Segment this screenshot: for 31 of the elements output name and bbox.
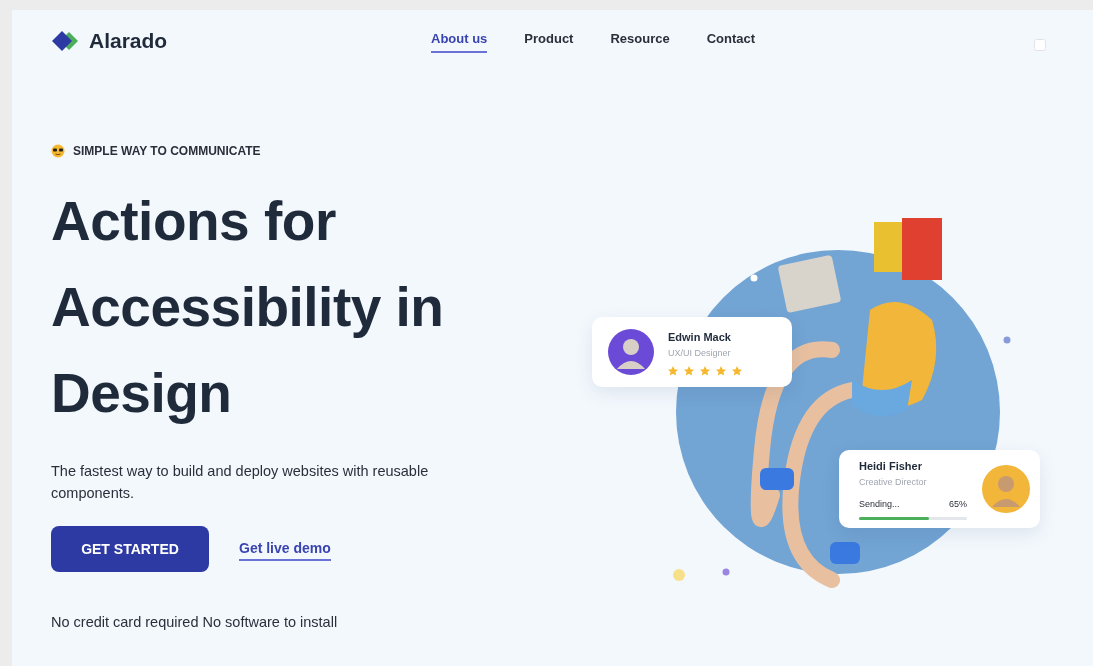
star-icon <box>700 365 710 376</box>
profile-name: Edwin Mack <box>668 329 732 345</box>
get-started-button[interactable]: GET STARTED <box>51 526 209 572</box>
star-icon <box>716 365 726 376</box>
dot <box>750 274 758 282</box>
star-icon <box>684 365 694 376</box>
dot <box>722 568 730 576</box>
sunglasses-face-icon <box>51 144 65 158</box>
avatar-placeholder <box>608 329 654 375</box>
eyebrow-text: SIMPLE WAY TO COMMUNICATE <box>73 143 261 160</box>
hero-headline: Actions for Accessibility in Design <box>51 189 445 426</box>
hero-subtitle: The fastest way to build and deploy websites with reusable components. <box>51 462 430 503</box>
nav-link[interactable]: Product <box>524 29 574 53</box>
avatar-placeholder <box>982 465 1030 513</box>
profile-role: UX/UI Designer <box>668 347 732 360</box>
dot <box>1003 336 1011 344</box>
nav-link[interactable]: Contact <box>706 29 756 53</box>
status-role: Creative Director <box>859 476 928 490</box>
live-demo-link[interactable]: Get live demo <box>239 537 331 561</box>
star-icon <box>732 365 742 376</box>
dot <box>673 569 685 581</box>
nav-link[interactable]: About us <box>431 29 488 53</box>
logo-icon <box>51 30 81 52</box>
hero-note: No credit card required No software to install <box>51 613 339 632</box>
progress-label: Sending... <box>859 497 900 511</box>
square-icon[interactable] <box>1034 38 1046 51</box>
brand-name: Alarado <box>89 28 168 55</box>
nav-link[interactable]: Resource <box>610 29 670 53</box>
progress-reading: 65% <box>949 497 967 511</box>
status-name: Heidi Fisher <box>859 458 923 474</box>
star-icon <box>668 365 678 376</box>
